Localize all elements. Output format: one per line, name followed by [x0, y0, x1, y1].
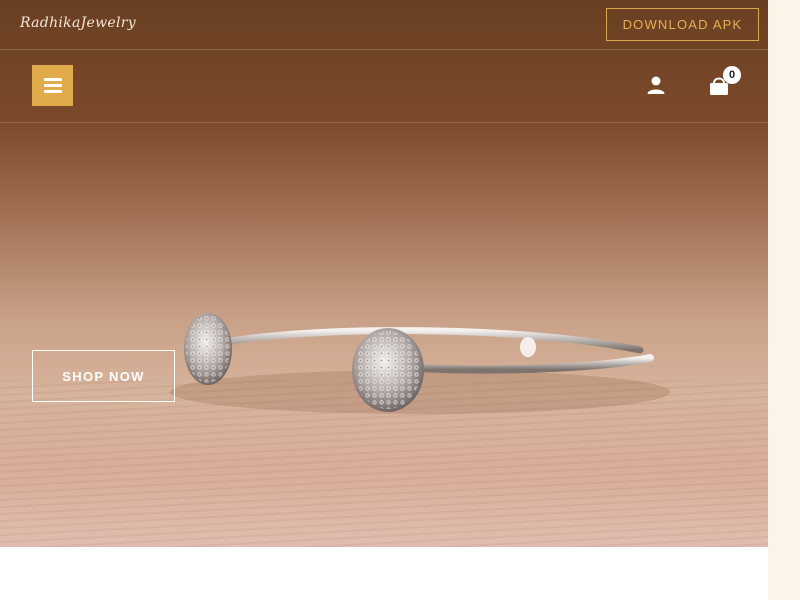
main-navbar: 0 [0, 50, 768, 123]
shop-now-button[interactable]: SHOP NOW [32, 350, 175, 402]
hamburger-menu-button[interactable] [32, 65, 73, 106]
user-icon[interactable] [646, 75, 666, 95]
hero-banner: RadhikaJewelry DOWNLOAD APK 0 SHOP NOW [0, 0, 768, 547]
brand-logo[interactable]: RadhikaJewelry [20, 15, 136, 31]
hamburger-icon-line [43, 90, 62, 93]
side-margin [768, 0, 800, 600]
download-apk-button[interactable]: DOWNLOAD APK [606, 8, 759, 41]
page: RadhikaJewelry DOWNLOAD APK 0 SHOP NOW [0, 0, 768, 600]
hamburger-icon [43, 78, 62, 81]
top-bar: RadhikaJewelry DOWNLOAD APK [0, 0, 768, 50]
hamburger-icon-line [43, 84, 62, 87]
cart-count-badge: 0 [723, 66, 741, 84]
